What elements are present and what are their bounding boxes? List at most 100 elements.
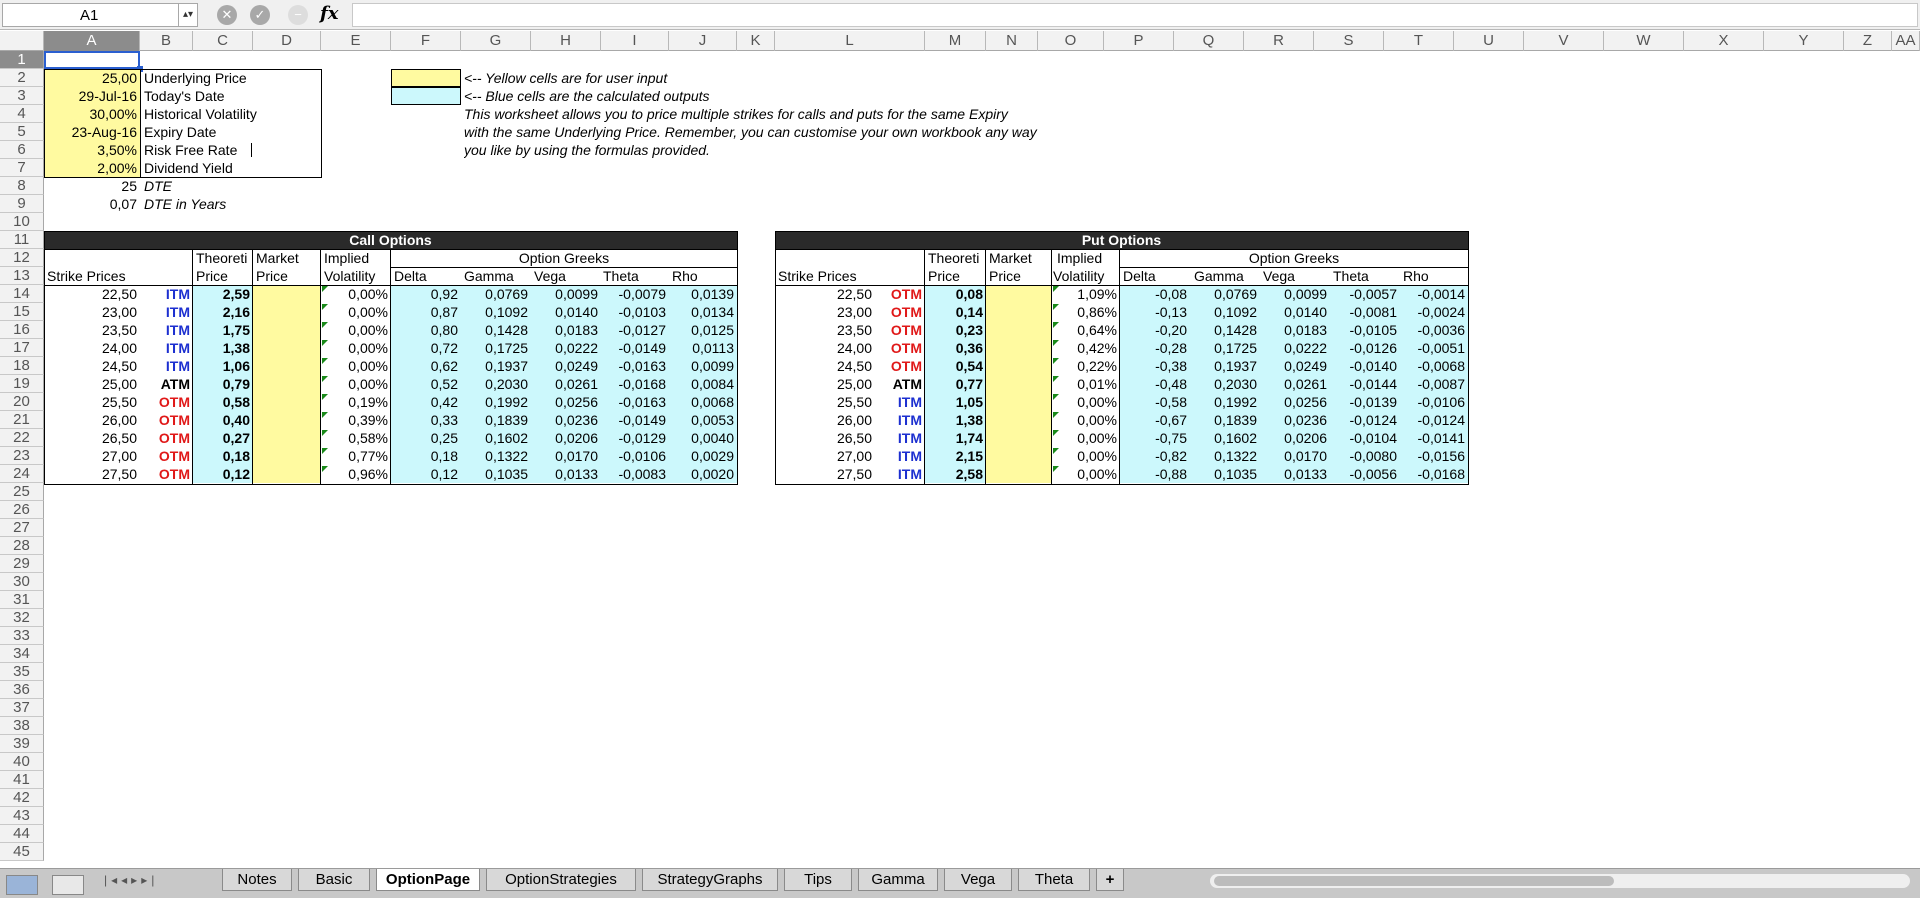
- column-header[interactable]: B: [140, 31, 193, 51]
- column-header[interactable]: K: [737, 31, 775, 51]
- row-header[interactable]: 1: [0, 51, 44, 69]
- column-header[interactable]: W: [1604, 31, 1684, 51]
- column-header[interactable]: A: [44, 31, 140, 51]
- name-box-stepper-icon[interactable]: ▴▾: [178, 3, 198, 27]
- row-header[interactable]: 30: [0, 573, 44, 591]
- sheet-tab[interactable]: Tips: [784, 869, 852, 891]
- call-table-divider: [390, 249, 391, 485]
- column-header[interactable]: AA: [1892, 31, 1920, 51]
- row-header[interactable]: 12: [0, 249, 44, 267]
- page-layout-view-icon[interactable]: [52, 875, 84, 895]
- column-header[interactable]: U: [1454, 31, 1524, 51]
- column-header[interactable]: N: [986, 31, 1038, 51]
- row-header[interactable]: 44: [0, 825, 44, 843]
- row-header[interactable]: 5: [0, 123, 44, 141]
- row-header[interactable]: 28: [0, 537, 44, 555]
- row-header[interactable]: 20: [0, 393, 44, 411]
- normal-view-icon[interactable]: [6, 875, 38, 895]
- row-header[interactable]: 39: [0, 735, 44, 753]
- sheet-tab-active[interactable]: OptionPage: [376, 869, 480, 891]
- row-header[interactable]: 29: [0, 555, 44, 573]
- formula-bar: A1 ▴▾ ✕ ✓ − fx: [0, 0, 1920, 30]
- put-table-rule: [1120, 267, 1468, 268]
- name-box[interactable]: A1: [2, 3, 178, 27]
- row-header[interactable]: 10: [0, 213, 44, 231]
- row-header[interactable]: 8: [0, 177, 44, 195]
- scrollbar-thumb[interactable]: [1214, 876, 1614, 886]
- select-all-corner[interactable]: [0, 31, 44, 51]
- column-header[interactable]: P: [1104, 31, 1174, 51]
- row-header[interactable]: 43: [0, 807, 44, 825]
- column-header[interactable]: E: [321, 31, 391, 51]
- column-header[interactable]: Z: [1844, 31, 1892, 51]
- column-header[interactable]: T: [1384, 31, 1454, 51]
- row-header[interactable]: 42: [0, 789, 44, 807]
- column-header[interactable]: F: [391, 31, 461, 51]
- column-header[interactable]: H: [531, 31, 601, 51]
- row-header[interactable]: 40: [0, 753, 44, 771]
- row-header[interactable]: 31: [0, 591, 44, 609]
- row-header[interactable]: 27: [0, 519, 44, 537]
- row-header[interactable]: 36: [0, 681, 44, 699]
- formula-input[interactable]: [352, 3, 1918, 27]
- selected-cell[interactable]: [44, 51, 140, 69]
- function-icon[interactable]: −: [288, 5, 308, 25]
- row-header[interactable]: 17: [0, 339, 44, 357]
- column-header[interactable]: R: [1244, 31, 1314, 51]
- column-header[interactable]: I: [601, 31, 669, 51]
- row-header[interactable]: 11: [0, 231, 44, 249]
- row-header[interactable]: 19: [0, 375, 44, 393]
- add-sheet-icon[interactable]: +: [1096, 869, 1124, 891]
- column-header[interactable]: V: [1524, 31, 1604, 51]
- row-header[interactable]: 9: [0, 195, 44, 213]
- sheet-tab[interactable]: OptionStrategies: [486, 869, 636, 891]
- call-table-divider: [320, 249, 321, 485]
- insert-function-icon[interactable]: fx: [320, 3, 338, 24]
- column-header[interactable]: S: [1314, 31, 1384, 51]
- sheet-tab[interactable]: Vega: [944, 869, 1012, 891]
- row-header[interactable]: 33: [0, 627, 44, 645]
- column-header[interactable]: G: [461, 31, 531, 51]
- row-header[interactable]: 14: [0, 285, 44, 303]
- row-header[interactable]: 13: [0, 267, 44, 285]
- row-header[interactable]: 24: [0, 465, 44, 483]
- column-header[interactable]: L: [775, 31, 925, 51]
- cancel-icon[interactable]: ✕: [217, 5, 237, 25]
- sheet-tab[interactable]: StrategyGraphs: [642, 869, 778, 891]
- row-header[interactable]: 26: [0, 501, 44, 519]
- confirm-icon[interactable]: ✓: [250, 5, 270, 25]
- column-header[interactable]: D: [253, 31, 321, 51]
- sheet-tab[interactable]: Basic: [298, 869, 370, 891]
- row-header[interactable]: 25: [0, 483, 44, 501]
- column-header[interactable]: C: [193, 31, 253, 51]
- row-header[interactable]: 34: [0, 645, 44, 663]
- row-header[interactable]: 38: [0, 717, 44, 735]
- row-header[interactable]: 22: [0, 429, 44, 447]
- row-header[interactable]: 6: [0, 141, 44, 159]
- column-header[interactable]: X: [1684, 31, 1764, 51]
- sheet-tab[interactable]: Theta: [1018, 869, 1090, 891]
- row-header[interactable]: 35: [0, 663, 44, 681]
- row-header[interactable]: 37: [0, 699, 44, 717]
- row-header[interactable]: 15: [0, 303, 44, 321]
- row-header[interactable]: 23: [0, 447, 44, 465]
- column-header[interactable]: M: [925, 31, 986, 51]
- row-header[interactable]: 16: [0, 321, 44, 339]
- row-header[interactable]: 3: [0, 87, 44, 105]
- column-header[interactable]: Y: [1764, 31, 1844, 51]
- row-header[interactable]: 32: [0, 609, 44, 627]
- row-header[interactable]: 45: [0, 843, 44, 861]
- row-header[interactable]: 41: [0, 771, 44, 789]
- sheet-tab[interactable]: Notes: [222, 869, 292, 891]
- tab-scroll-arrows-icon[interactable]: |◂◂▸▸|: [104, 873, 158, 887]
- horizontal-scrollbar[interactable]: [1210, 874, 1910, 888]
- row-header[interactable]: 21: [0, 411, 44, 429]
- column-header[interactable]: J: [669, 31, 737, 51]
- column-header[interactable]: Q: [1174, 31, 1244, 51]
- sheet-tab[interactable]: Gamma: [858, 869, 938, 891]
- row-header[interactable]: 18: [0, 357, 44, 375]
- row-header[interactable]: 7: [0, 159, 44, 177]
- row-header[interactable]: 2: [0, 69, 44, 87]
- column-header[interactable]: O: [1038, 31, 1104, 51]
- row-header[interactable]: 4: [0, 105, 44, 123]
